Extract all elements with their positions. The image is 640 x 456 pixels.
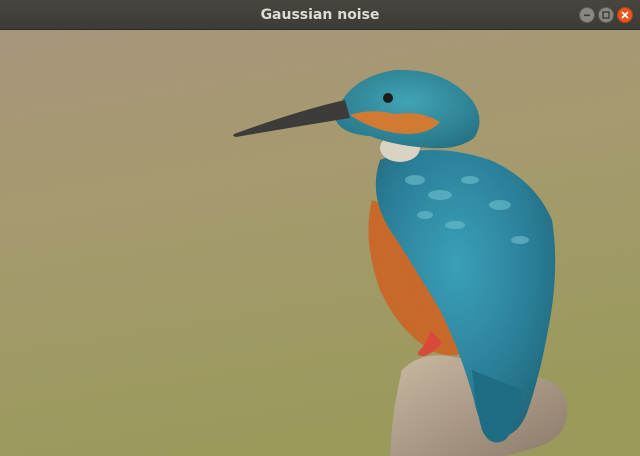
window-titlebar[interactable]: Gaussian noise bbox=[0, 0, 640, 30]
maximize-button[interactable] bbox=[598, 7, 614, 23]
close-button[interactable] bbox=[617, 7, 633, 23]
window-title: Gaussian noise bbox=[260, 7, 380, 23]
kingfisher-photo bbox=[0, 30, 640, 456]
minimize-icon bbox=[584, 14, 590, 17]
maximize-icon bbox=[602, 11, 610, 19]
bird-eye bbox=[383, 93, 393, 103]
noisy-kingfisher-image bbox=[0, 30, 640, 456]
image-viewer-window: Gaussian noise bbox=[0, 0, 640, 456]
close-icon bbox=[621, 11, 629, 19]
minimize-button[interactable] bbox=[579, 7, 595, 23]
